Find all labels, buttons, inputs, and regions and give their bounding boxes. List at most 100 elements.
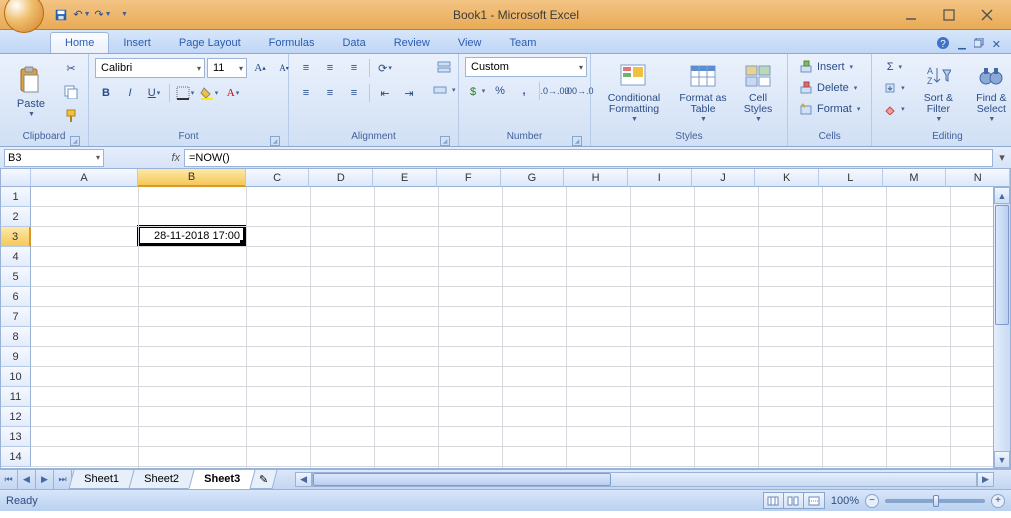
decrease-indent-icon[interactable]: ⇤ — [374, 82, 396, 104]
close-button[interactable] — [975, 3, 999, 27]
scroll-right-icon[interactable]: ▶ — [977, 472, 994, 487]
merge-center-button[interactable]: ▾ — [428, 80, 461, 100]
column-header[interactable]: N — [946, 169, 1010, 187]
font-color-icon[interactable]: A▾ — [222, 82, 244, 104]
formula-bar[interactable]: =NOW() — [184, 149, 993, 167]
row-header[interactable]: 3 — [1, 227, 31, 247]
align-left-icon[interactable]: ≡ — [295, 82, 317, 104]
dialog-launcher-icon[interactable]: ◢ — [572, 136, 582, 146]
tab-insert[interactable]: Insert — [109, 33, 165, 53]
help-icon[interactable]: ? — [936, 36, 950, 53]
row-header[interactable]: 13 — [1, 427, 31, 447]
column-header[interactable]: A — [31, 169, 138, 187]
select-all-corner[interactable] — [1, 169, 31, 187]
accounting-format-icon[interactable]: $▾ — [465, 80, 487, 102]
delete-cells-button[interactable]: Delete▾ — [794, 78, 862, 98]
percent-icon[interactable]: % — [489, 80, 511, 102]
close-workbook-icon[interactable]: ✕ — [992, 38, 1001, 51]
minimize-button[interactable] — [899, 3, 923, 27]
column-header[interactable]: F — [437, 169, 501, 187]
bold-icon[interactable]: B — [95, 82, 117, 104]
paste-button[interactable]: Paste▼ — [6, 57, 56, 125]
column-header[interactable]: E — [373, 169, 437, 187]
column-header[interactable]: H — [564, 169, 628, 187]
dialog-launcher-icon[interactable]: ◢ — [440, 136, 450, 146]
row-header[interactable]: 12 — [1, 407, 31, 427]
page-break-view-icon[interactable] — [804, 493, 824, 508]
column-header[interactable]: L — [819, 169, 883, 187]
cell-styles-button[interactable]: Cell Styles▼ — [735, 57, 781, 125]
cells-area[interactable]: 28-11-2018 17:00 — [31, 187, 993, 468]
tab-formulas[interactable]: Formulas — [255, 33, 329, 53]
maximize-button[interactable] — [937, 3, 961, 27]
redo-icon[interactable]: ↷▼ — [94, 6, 112, 24]
vertical-scrollbar[interactable]: ▲ ▼ — [993, 187, 1010, 468]
zoom-out-icon[interactable]: − — [865, 494, 879, 508]
column-header[interactable]: I — [628, 169, 692, 187]
sort-filter-button[interactable]: AZ Sort & Filter▼ — [914, 57, 962, 125]
minimize-ribbon-icon[interactable]: ▁ — [958, 39, 966, 50]
column-header[interactable]: D — [309, 169, 373, 187]
align-top-icon[interactable]: ≡ — [295, 57, 317, 79]
align-middle-icon[interactable]: ≡ — [319, 57, 341, 79]
row-header[interactable]: 10 — [1, 367, 31, 387]
scroll-left-icon[interactable]: ◀ — [295, 472, 312, 487]
zoom-level[interactable]: 100% — [831, 495, 859, 507]
page-layout-view-icon[interactable] — [784, 493, 804, 508]
new-sheet-icon[interactable]: ✎ — [249, 470, 277, 489]
restore-window-icon[interactable] — [974, 38, 984, 51]
expand-formula-bar-icon[interactable]: ▾ — [993, 151, 1011, 164]
align-center-icon[interactable]: ≡ — [319, 82, 341, 104]
column-header[interactable]: M — [883, 169, 947, 187]
cut-icon[interactable]: ✂ — [60, 57, 82, 79]
font-name-combo[interactable]: Calibri▾ — [95, 58, 205, 78]
wrap-text-button[interactable] — [428, 57, 461, 77]
format-as-table-button[interactable]: Format as Table▼ — [675, 57, 731, 125]
active-cell[interactable]: 28-11-2018 17:00 — [137, 225, 246, 246]
autosum-button[interactable]: Σ▾ — [878, 57, 910, 77]
fill-button[interactable]: ▾ — [878, 78, 910, 98]
column-header[interactable]: J — [692, 169, 756, 187]
underline-icon[interactable]: U▾ — [143, 82, 165, 104]
find-select-button[interactable]: Find & Select▼ — [966, 57, 1011, 125]
align-bottom-icon[interactable]: ≡ — [343, 57, 365, 79]
font-size-combo[interactable]: 11▾ — [207, 58, 247, 78]
scroll-thumb[interactable] — [995, 205, 1009, 325]
row-header[interactable]: 5 — [1, 267, 31, 287]
next-sheet-icon[interactable]: ▶ — [36, 470, 54, 489]
tab-team[interactable]: Team — [495, 33, 550, 53]
comma-icon[interactable]: , — [513, 80, 535, 102]
row-header[interactable]: 7 — [1, 307, 31, 327]
insert-cells-button[interactable]: Insert▾ — [794, 57, 858, 77]
sheet-tab-3[interactable]: Sheet3 — [188, 470, 255, 489]
tab-page-layout[interactable]: Page Layout — [165, 33, 255, 53]
fill-color-icon[interactable]: ▾ — [198, 82, 220, 104]
sheet-tab-2[interactable]: Sheet2 — [128, 470, 194, 489]
tab-home[interactable]: Home — [50, 32, 109, 53]
prev-sheet-icon[interactable]: ◀ — [18, 470, 36, 489]
row-header[interactable]: 8 — [1, 327, 31, 347]
conditional-formatting-button[interactable]: Conditional Formatting▼ — [597, 57, 671, 125]
orientation-icon[interactable]: ⟳▾ — [374, 57, 396, 79]
copy-icon[interactable] — [60, 81, 82, 103]
scroll-up-icon[interactable]: ▲ — [994, 187, 1010, 204]
row-header[interactable]: 9 — [1, 347, 31, 367]
zoom-slider[interactable] — [885, 499, 985, 503]
row-header[interactable]: 11 — [1, 387, 31, 407]
border-icon[interactable]: ▾ — [174, 82, 196, 104]
column-header[interactable]: C — [246, 169, 310, 187]
tab-data[interactable]: Data — [328, 33, 379, 53]
italic-icon[interactable]: I — [119, 82, 141, 104]
column-header[interactable]: G — [501, 169, 565, 187]
increase-decimal-icon[interactable]: .0→.00 — [544, 80, 566, 102]
clear-button[interactable]: ▾ — [878, 99, 910, 119]
save-icon[interactable] — [52, 6, 70, 24]
column-header[interactable]: B — [138, 169, 245, 187]
sheet-tab-1[interactable]: Sheet1 — [68, 470, 134, 489]
tab-view[interactable]: View — [444, 33, 496, 53]
format-painter-icon[interactable] — [60, 105, 82, 127]
undo-icon[interactable]: ↶▼ — [73, 6, 91, 24]
number-format-combo[interactable]: Custom▾ — [465, 57, 587, 77]
grow-font-icon[interactable]: A▴ — [249, 57, 271, 79]
format-cells-button[interactable]: Format▾ — [794, 99, 865, 119]
